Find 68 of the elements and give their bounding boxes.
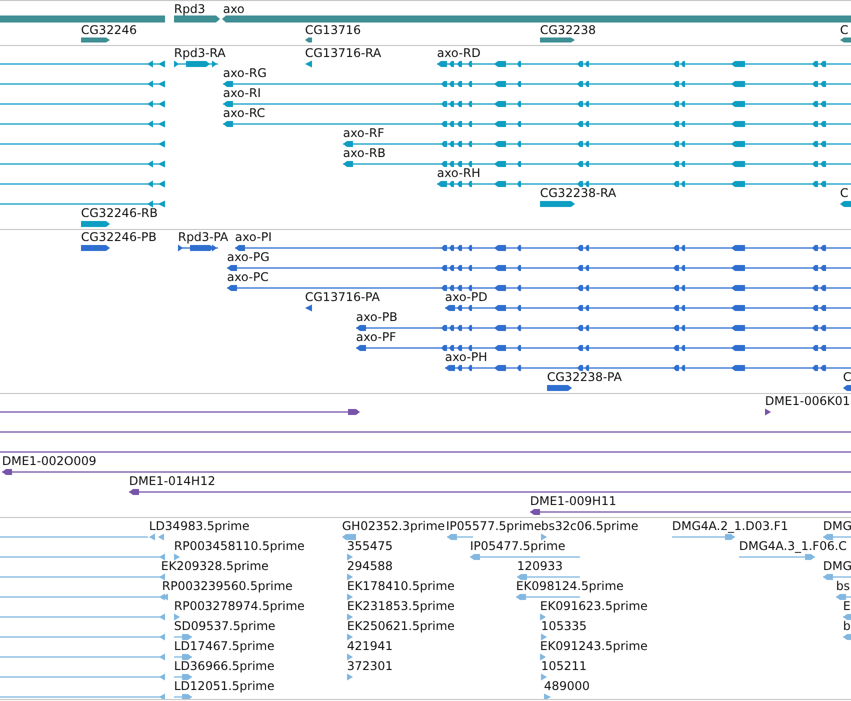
est-label: LD36966.5prime [174,659,275,673]
gene-label: CG32246 [81,23,137,37]
est-label: RP003278974.5prime [174,599,305,613]
transcript-label: axo-RG [223,66,267,80]
est-label: EK250621.5prime [347,619,455,633]
transcript-label: CG32246-RB [81,206,158,220]
est-label: GH02352.3prime [342,519,445,533]
est-label: LD12051.5prime [174,679,275,693]
transcript-label: CG32238-PA [547,370,622,384]
est-label: EK091243.5prime [540,639,648,653]
transcript-label: axo-PG [227,250,270,264]
est-label: bs32c06.5prime [541,519,638,533]
est-label: 421941 [347,639,393,653]
est-label: RP003458110.5prime [174,539,305,553]
est-label: 105211 [541,659,587,673]
transcript-label: C [843,370,851,384]
transcript-label: axo-PH [445,350,488,364]
transcript-label: axo-RC [223,106,266,120]
est-label: EK098124.5prime [516,579,624,593]
transcript-label: axo-PF [356,330,396,344]
est-label: DMG [823,559,851,573]
transcript-label: axo-PC [227,270,269,284]
transcript-label: axo-PD [445,290,488,304]
transcript-label: axo-RB [343,146,386,160]
est-label: bs [836,579,850,593]
transcript-label: CG13716-PA [305,290,380,304]
gene-label: axo [223,2,244,16]
est-label: DMG [823,519,851,533]
clone-label: DME1-009H11 [530,494,616,508]
clone-label: DME1-014H12 [129,474,216,488]
transcript-label: axo-PI [235,230,272,244]
gene-label: Rpd3 [174,2,206,16]
est-label: EK178410.5prime [347,579,455,593]
clone-label: DME1-006K01 [765,394,850,408]
est-label: RP003239560.5prime [162,579,293,593]
transcript-label: axo-RF [343,126,384,140]
gene-label: CG32238 [540,23,596,37]
est-label: IP05477.5prime [470,539,566,553]
transcript-label: CG13716-RA [305,46,382,60]
transcript-label: Rpd3-RA [174,46,226,60]
transcript-label: axo-RI [223,86,261,100]
gene-label: C [840,23,848,37]
transcript-label: axo-RD [437,46,481,60]
est-label: 120933 [517,559,563,573]
est-label: E [843,599,851,613]
est-label: LD17467.5prime [174,639,275,653]
transcript-label: Rpd3-PA [178,230,228,244]
est-label: 372301 [347,659,393,673]
transcript-label: axo-RH [437,166,480,180]
clone-label: DME1-002O009 [2,454,96,468]
est-label: 294588 [347,559,393,573]
est-label: 105335 [541,619,587,633]
transcript-label: C [840,186,848,200]
est-label: 489000 [544,679,590,693]
est-label: IP05577.5prime [446,519,542,533]
transcript-label: CG32246-PB [81,230,157,244]
transcript-label: CG32238-RA [540,186,616,200]
est-label: EK209328.5prime [161,559,269,573]
est-label: LD34983.5prime [149,519,250,533]
est-label: SD09537.5prime [174,619,276,633]
est-label: DMG4A.2_1.D03.F1 [672,519,788,533]
transcript-label: axo-PB [356,310,398,324]
est-label: DMG4A.3_1.F06.C [739,539,847,553]
est-label: 355475 [347,539,393,553]
gene-label: CG13716 [305,23,361,37]
est-label: b [843,619,851,633]
est-label: EK091623.5prime [540,599,648,613]
est-label: EK231853.5prime [347,599,455,613]
